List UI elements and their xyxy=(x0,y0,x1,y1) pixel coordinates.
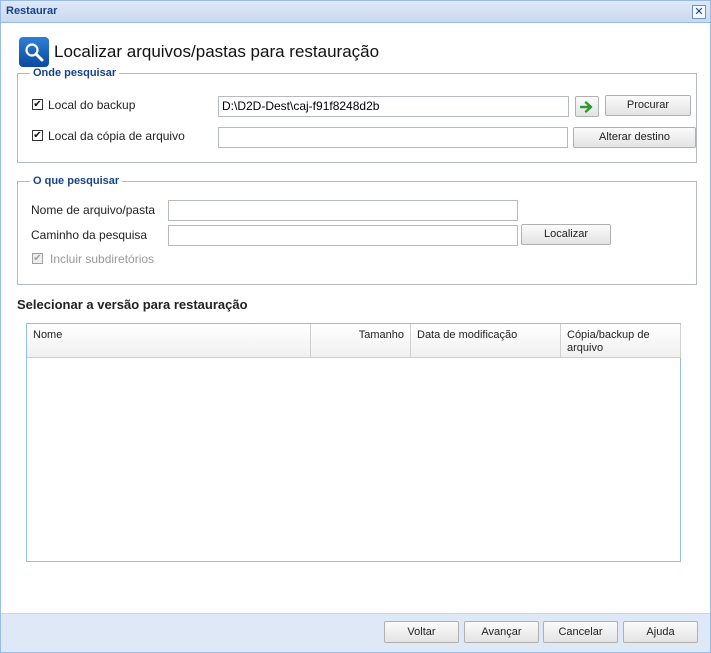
copy-location-field[interactable] xyxy=(218,127,568,148)
copy-location-checkbox[interactable]: ✔ xyxy=(32,130,43,141)
restore-dialog: Restaurar ✕ Localizar arquivos/pastas pa… xyxy=(0,0,711,653)
backup-location-field[interactable]: D:\D2D-Dest\caj-f91f8248d2b xyxy=(218,96,569,117)
what-to-search-legend: O que pesquisar xyxy=(33,175,120,187)
page-title: Localizar arquivos/pastas para restauraç… xyxy=(54,42,380,61)
browse-button[interactable]: Procurar xyxy=(605,95,691,116)
go-button[interactable] xyxy=(575,96,599,117)
search-icon xyxy=(19,37,49,67)
next-button[interactable]: Avançar xyxy=(464,621,539,643)
search-path-label: Caminho da pesquisa xyxy=(31,228,148,242)
search-path-field[interactable] xyxy=(168,225,518,246)
version-grid[interactable]: Nome Tamanho Data de modificação Cópia/b… xyxy=(26,323,681,562)
help-button[interactable]: Ajuda xyxy=(623,621,698,643)
include-subdirectories-checkbox[interactable]: ✔ xyxy=(32,253,43,264)
filename-label: Nome de arquivo/pasta xyxy=(31,203,156,217)
close-icon[interactable]: ✕ xyxy=(692,5,706,19)
title-bar: Restaurar ✕ xyxy=(1,1,710,23)
include-subdirectories-label: Incluir subdiretórios xyxy=(50,252,155,266)
backup-location-checkbox[interactable]: ✔ xyxy=(32,99,43,110)
column-header-modified[interactable]: Data de modificação xyxy=(411,324,561,358)
change-destination-button[interactable]: Alterar destino xyxy=(573,127,696,148)
green-arrow-icon xyxy=(580,100,593,113)
cancel-button[interactable]: Cancelar xyxy=(543,621,618,643)
where-to-search-legend: Onde pesquisar xyxy=(33,67,117,79)
backup-location-label: Local do backup xyxy=(48,98,136,112)
column-header-copy-backup[interactable]: Cópia/backup de arquivo xyxy=(561,324,681,358)
window-title: Restaurar xyxy=(6,5,58,17)
copy-location-label: Local da cópia de arquivo xyxy=(48,129,185,143)
column-header-size[interactable]: Tamanho xyxy=(311,324,411,358)
page-header: Localizar arquivos/pastas para restauraç… xyxy=(19,36,379,68)
dialog-footer: Voltar Avançar Cancelar Ajuda xyxy=(1,613,710,652)
version-grid-header: Nome Tamanho Data de modificação Cópia/b… xyxy=(27,324,681,358)
filename-field[interactable] xyxy=(168,200,518,221)
back-button[interactable]: Voltar xyxy=(384,621,459,643)
find-button[interactable]: Localizar xyxy=(521,224,611,245)
column-header-name[interactable]: Nome xyxy=(27,324,311,358)
version-section-title: Selecionar a versão para restauração xyxy=(17,297,248,312)
